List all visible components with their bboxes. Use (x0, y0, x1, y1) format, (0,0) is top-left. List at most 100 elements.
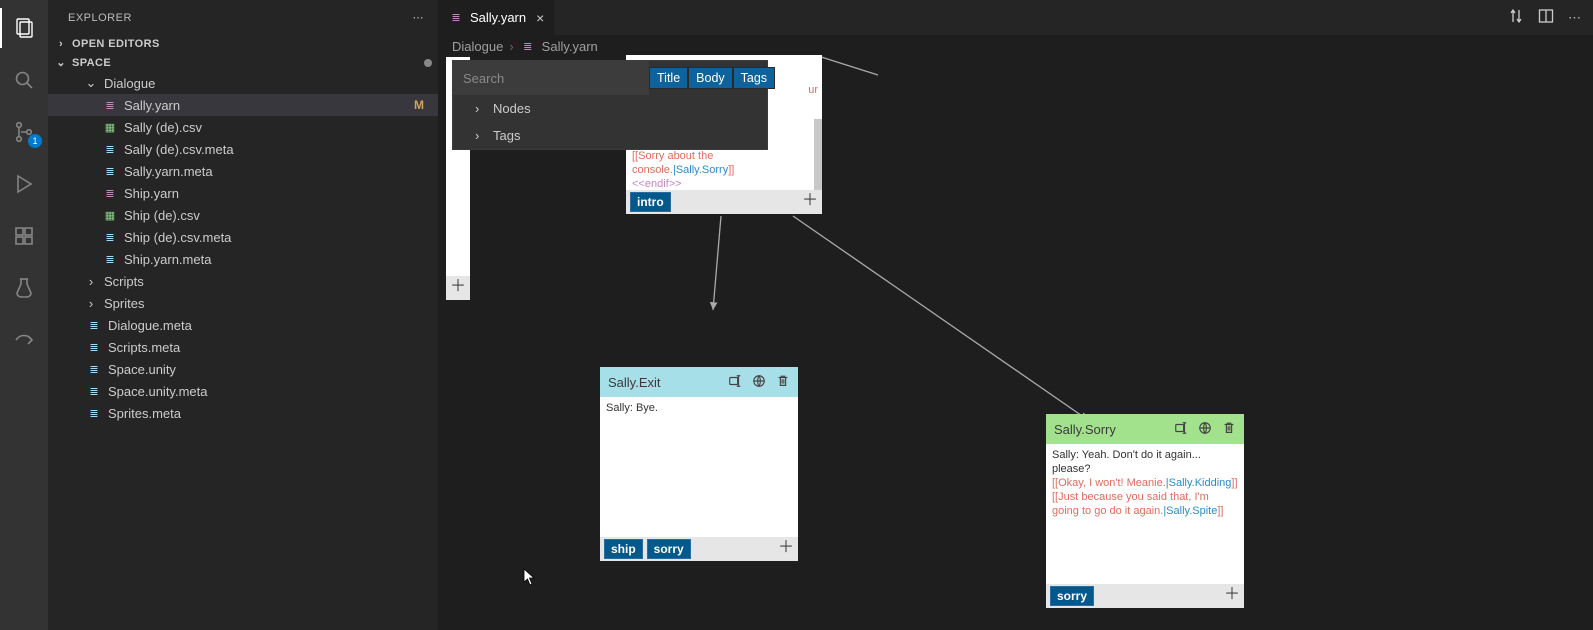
panel-nodes-label: Nodes (493, 101, 531, 116)
split-editor-icon[interactable] (1538, 8, 1554, 27)
extensions-icon[interactable] (0, 216, 48, 256)
editor-area: ≣ Sally.yarn × ⋯ Dialogue › ≣ Sally.yarn (438, 0, 1593, 630)
chevron-right-icon: › (54, 38, 68, 50)
workspace-section[interactable]: ⌄ SPACE (48, 53, 438, 72)
mouse-cursor-icon (523, 568, 535, 586)
add-tag-button[interactable]: ＋ (778, 541, 794, 557)
file-space-unity-meta[interactable]: ≣ Space.unity.meta (48, 380, 438, 402)
file-dialogue-meta[interactable]: ≣ Dialogue.meta (48, 314, 438, 336)
panel-section-nodes[interactable]: › Nodes (453, 95, 767, 122)
chevron-right-icon: › (475, 101, 487, 116)
explorer-title: EXPLORER (68, 12, 132, 24)
meta-file-icon: ≣ (86, 405, 102, 421)
file-space-unity[interactable]: ≣ Space.unity (48, 358, 438, 380)
folder-label: Dialogue (104, 76, 155, 91)
node-title: Sally.Exit (608, 375, 661, 390)
testing-icon[interactable] (0, 268, 48, 308)
graph-node-sally-sorry[interactable]: Sally.Sorry Sally: Yeah. Don't do it aga… (1046, 414, 1244, 608)
chevron-right-icon: › (475, 128, 487, 143)
meta-file-icon: ≣ (102, 229, 118, 245)
file-tree: ⌄ Dialogue ≣ Sally.yarn M ▦ Sally (de).c… (48, 72, 438, 424)
yarn-file-icon: ≣ (520, 38, 536, 54)
file-ship-de-csv[interactable]: ▦ Ship (de).csv (48, 204, 438, 226)
dirty-indicator-icon (424, 59, 432, 67)
yarn-file-icon: ≣ (448, 10, 464, 26)
folder-label: Scripts (104, 274, 144, 289)
folder-label: Sprites (104, 296, 144, 311)
file-label: Ship (de).csv.meta (124, 230, 231, 245)
file-label: Ship (de).csv (124, 208, 200, 223)
file-sally-yarn-meta[interactable]: ≣ Sally.yarn.meta (48, 160, 438, 182)
filter-title-button[interactable]: Title (649, 67, 688, 89)
file-sprites-meta[interactable]: ≣ Sprites.meta (48, 402, 438, 424)
search-icon[interactable] (0, 60, 48, 100)
file-scripts-meta[interactable]: ≣ Scripts.meta (48, 336, 438, 358)
node-header[interactable]: Sally.Sorry (1046, 414, 1244, 444)
meta-file-icon: ≣ (86, 317, 102, 333)
meta-file-icon: ≣ (102, 163, 118, 179)
file-label: Sally (de).csv.meta (124, 142, 234, 157)
globe-icon[interactable] (1198, 421, 1212, 438)
file-sally-de-csv-meta[interactable]: ≣ Sally (de).csv.meta (48, 138, 438, 160)
close-icon[interactable]: × (536, 10, 544, 26)
code-line: <<endif>> (632, 177, 816, 190)
compare-changes-icon[interactable] (1508, 8, 1524, 27)
more-actions-icon[interactable]: ⋯ (1568, 10, 1581, 26)
folder-scripts[interactable]: › Scripts (48, 270, 438, 292)
tag-intro[interactable]: intro (630, 192, 671, 212)
open-editors-section[interactable]: › OPEN EDITORS (48, 35, 438, 53)
activity-bar: 1 (0, 0, 48, 630)
tag-ship[interactable]: ship (604, 539, 643, 559)
explorer-actions-icon[interactable]: ⋯ (413, 11, 425, 24)
tag-sorry[interactable]: sorry (647, 539, 691, 559)
add-tag-button[interactable]: ＋ (1224, 588, 1240, 604)
file-ship-yarn-meta[interactable]: ≣ Ship.yarn.meta (48, 248, 438, 270)
trash-icon[interactable] (1222, 421, 1236, 438)
breadcrumb-dialogue[interactable]: Dialogue (452, 39, 503, 54)
file-ship-de-csv-meta[interactable]: ≣ Ship (de).csv.meta (48, 226, 438, 248)
filter-tags-button[interactable]: Tags (733, 67, 775, 89)
breadcrumb[interactable]: Dialogue › ≣ Sally.yarn (438, 35, 1593, 57)
tab-sally-yarn[interactable]: ≣ Sally.yarn × (438, 0, 554, 35)
file-sally-de-csv[interactable]: ▦ Sally (de).csv (48, 116, 438, 138)
file-label: Space.unity.meta (108, 384, 207, 399)
tag-sorry[interactable]: sorry (1050, 586, 1094, 606)
csv-file-icon: ▦ (102, 119, 118, 135)
graph-node-sally-exit[interactable]: Sally.Exit Sally: Bye. ship sorry ＋ (600, 367, 798, 561)
file-label: Sally.yarn (124, 98, 180, 113)
yarn-file-icon: ≣ (102, 185, 118, 201)
scrollbar[interactable] (814, 119, 822, 190)
run-debug-icon[interactable] (0, 164, 48, 204)
tab-bar: ≣ Sally.yarn × ⋯ (438, 0, 1593, 35)
file-label: Dialogue.meta (108, 318, 192, 333)
code-fragment: ur (808, 83, 818, 97)
modified-badge: M (414, 98, 424, 112)
file-label: Space.unity (108, 362, 176, 377)
add-tag-button[interactable]: ＋ (802, 194, 818, 210)
node-header[interactable]: Sally.Exit (600, 367, 798, 397)
tab-label: Sally.yarn (470, 10, 526, 25)
explorer-title-row: EXPLORER ⋯ (48, 0, 438, 35)
explorer-icon[interactable] (0, 8, 48, 48)
file-ship-yarn[interactable]: ≣ Ship.yarn (48, 182, 438, 204)
share-icon[interactable] (0, 320, 48, 360)
filter-body-button[interactable]: Body (688, 67, 733, 89)
globe-icon[interactable] (752, 374, 766, 391)
file-sally-yarn[interactable]: ≣ Sally.yarn M (48, 94, 438, 116)
scm-badge: 1 (28, 134, 42, 148)
folder-sprites[interactable]: › Sprites (48, 292, 438, 314)
graph-search-input[interactable] (453, 61, 649, 95)
add-tag-button[interactable]: ＋ (450, 280, 466, 296)
meta-file-icon: ≣ (102, 141, 118, 157)
breadcrumb-file[interactable]: Sally.yarn (542, 39, 598, 54)
code-line: [[Just because you said that, I'm going … (1052, 490, 1238, 518)
chevron-right-icon: › (84, 274, 98, 289)
rename-icon[interactable] (728, 374, 742, 391)
chevron-down-icon: ⌄ (84, 75, 98, 91)
source-control-icon[interactable]: 1 (0, 112, 48, 152)
panel-section-tags[interactable]: › Tags (453, 122, 767, 149)
workspace-label: SPACE (72, 57, 111, 69)
folder-dialogue[interactable]: ⌄ Dialogue (48, 72, 438, 94)
rename-icon[interactable] (1174, 421, 1188, 438)
trash-icon[interactable] (776, 374, 790, 391)
